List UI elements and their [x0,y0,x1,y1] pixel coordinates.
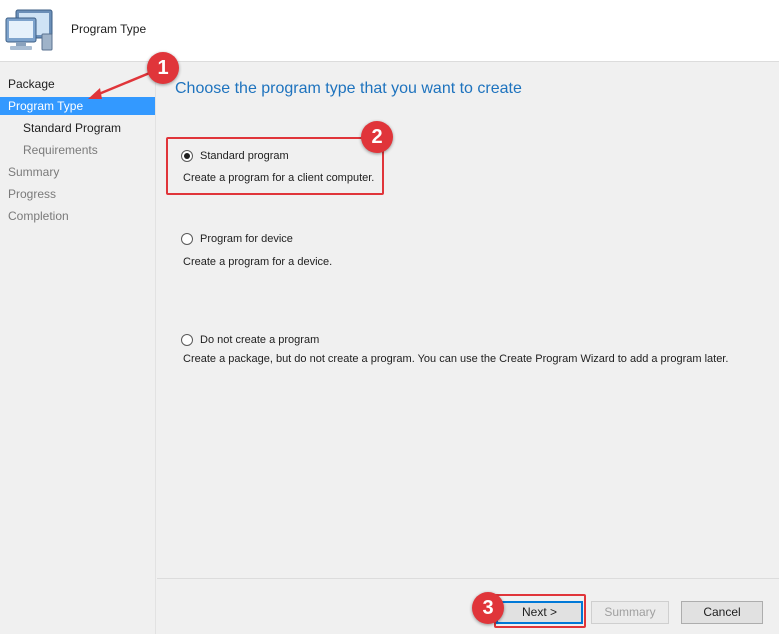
radio-program-for-device[interactable] [181,233,193,245]
callout-badge-1: 1 [147,52,179,84]
summary-button[interactable]: Summary [591,601,669,624]
sidebar-item-requirements[interactable]: Requirements [0,141,155,159]
option-program-for-device[interactable]: Program for device [181,231,293,247]
sidebar-item-package[interactable]: Package [0,75,155,93]
cancel-button[interactable]: Cancel [681,601,763,624]
radio-do-not-create[interactable] [181,334,193,346]
wizard-footer: Next > Summary Cancel [157,578,779,634]
option-description: Create a package, but do not create a pr… [183,353,729,365]
computer-monitor-icon [5,9,53,51]
option-do-not-create[interactable]: Do not create a program [181,332,319,348]
page-title: Program Type [71,22,147,36]
sidebar-item-summary[interactable]: Summary [0,163,155,181]
callout-box-next [494,594,586,628]
sidebar-item-progress[interactable]: Progress [0,185,155,203]
content-heading: Choose the program type that you want to… [175,80,522,97]
callout-badge-3: 3 [472,592,504,624]
sidebar-item-completion[interactable]: Completion [0,207,155,225]
option-description: Create a program for a device. [183,256,333,268]
sidebar-item-standard-program[interactable]: Standard Program [0,119,155,137]
wizard-header: Program Type [0,0,779,62]
wizard-sidebar: Package Program Type Standard Program Re… [0,63,156,634]
sidebar-item-program-type[interactable]: Program Type [0,97,155,115]
option-label[interactable]: Program for device [200,233,293,245]
callout-badge-2: 2 [361,121,393,153]
callout-box-standard-program [166,137,384,195]
option-label[interactable]: Do not create a program [200,334,319,346]
